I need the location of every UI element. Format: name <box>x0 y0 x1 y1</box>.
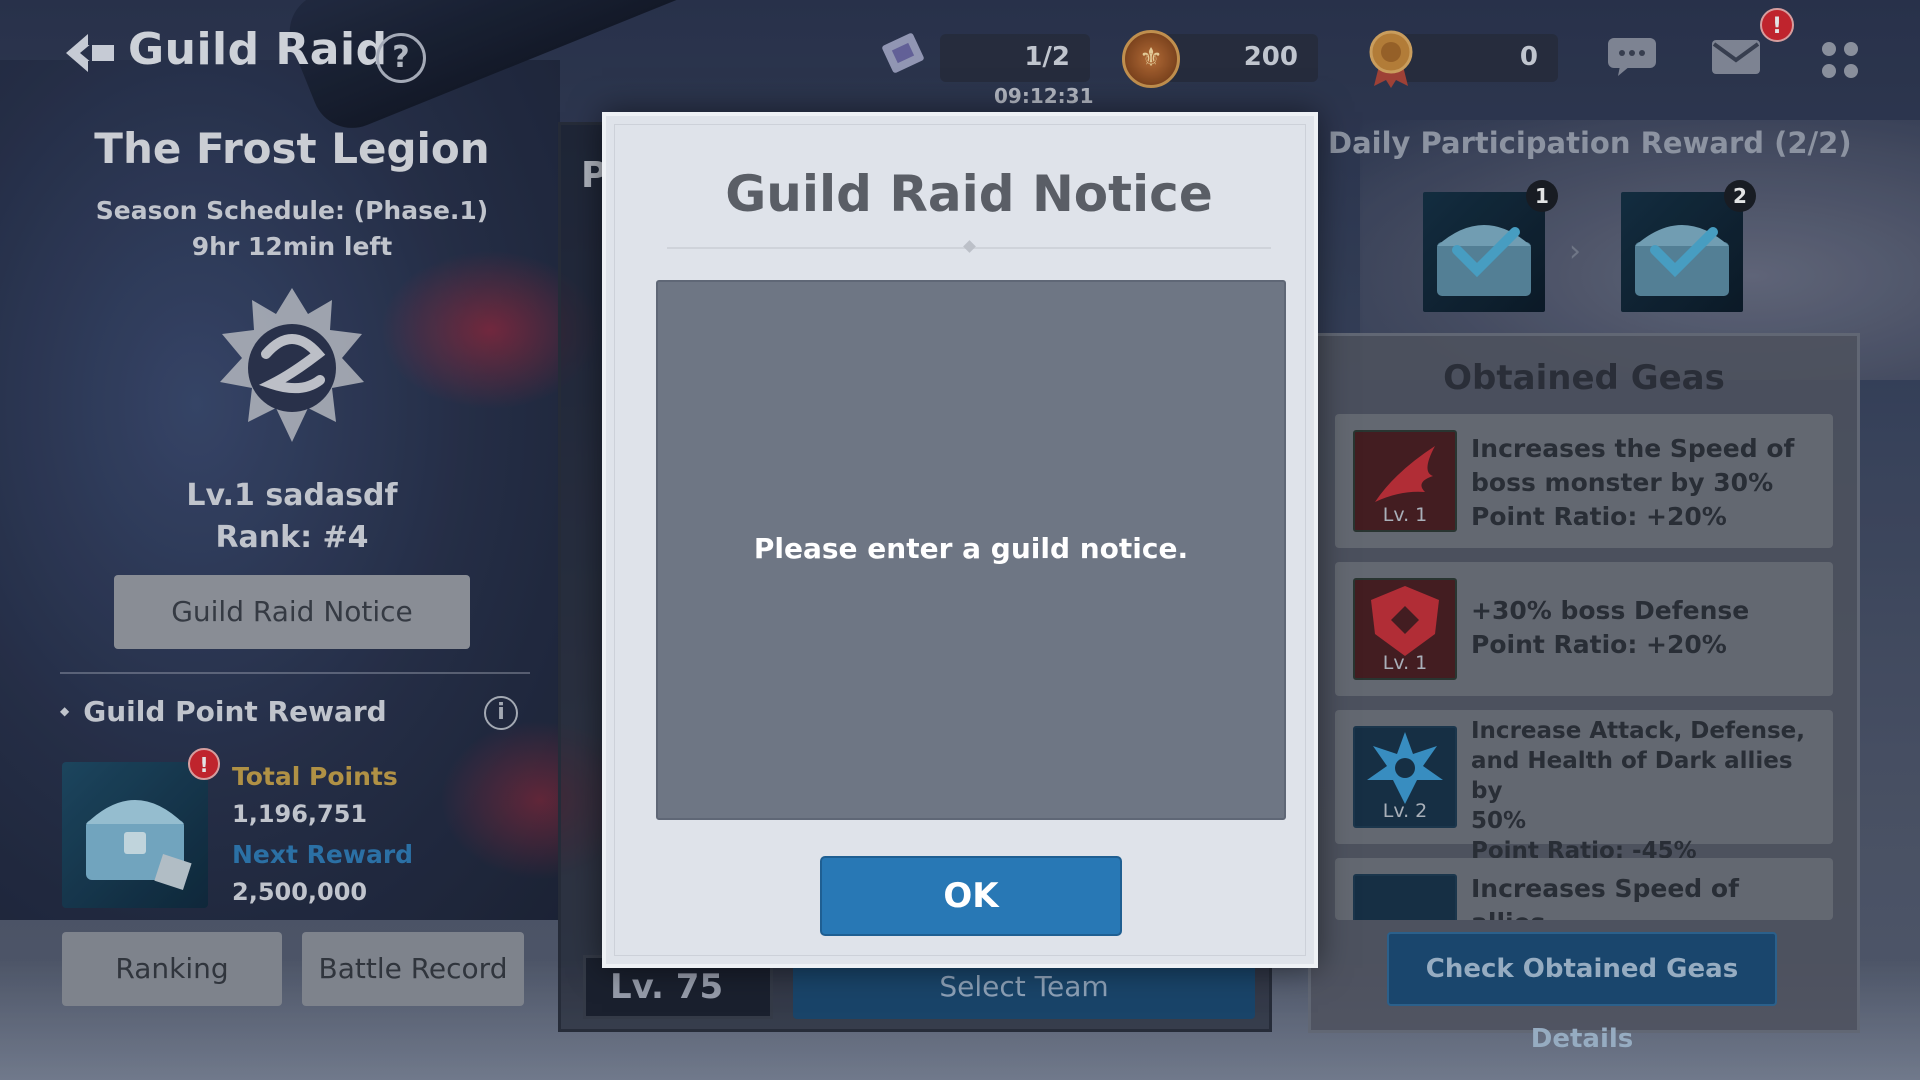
ok-button[interactable]: OK <box>820 856 1122 936</box>
divider-ornament <box>963 240 976 253</box>
modal-frame: Guild Raid Notice Please enter a guild n… <box>614 124 1306 956</box>
modal-title: Guild Raid Notice <box>725 165 1213 223</box>
notice-text-area[interactable]: Please enter a guild notice. <box>656 280 1286 820</box>
guild-notice-modal: Guild Raid Notice Please enter a guild n… <box>602 112 1318 968</box>
notice-message: Please enter a guild notice. <box>753 532 1189 565</box>
